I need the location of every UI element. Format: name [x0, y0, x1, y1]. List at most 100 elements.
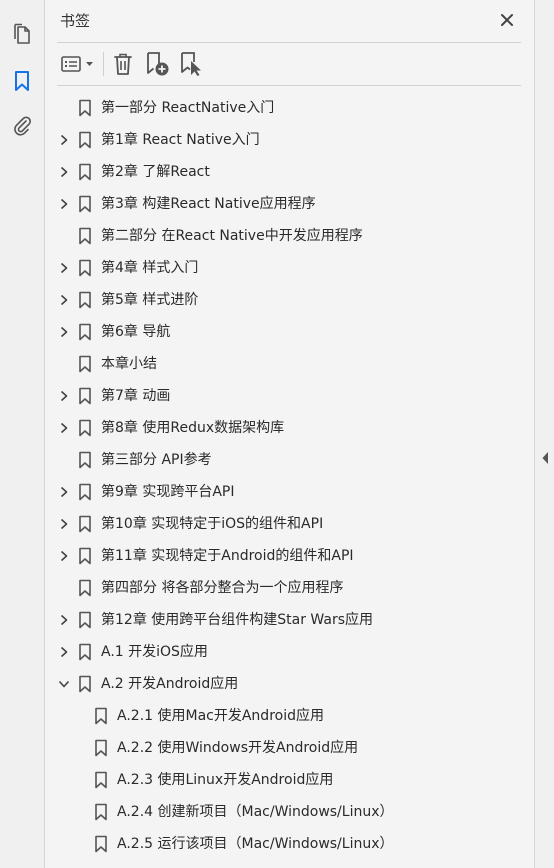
chevron-right-icon[interactable] — [57, 645, 71, 659]
bookmark-item-icon — [78, 131, 92, 149]
bookmark-label: 第8章 使用Redux数据架构库 — [101, 420, 285, 436]
pages-icon[interactable] — [8, 20, 36, 48]
bookmark-item-icon — [78, 483, 92, 501]
bookmark-label: A.1 开发iOS应用 — [101, 644, 208, 660]
bookmark-item-icon — [78, 99, 92, 117]
chevron-right-icon[interactable] — [57, 261, 71, 275]
bookmarks-app: 书签 第一部分 ReactNative入门 第1章 React Native入门… — [0, 0, 554, 868]
chevron-right-icon[interactable] — [57, 389, 71, 403]
bookmark-row[interactable]: 第6章 导航 — [45, 316, 534, 348]
bookmark-label: 第4章 样式入门 — [101, 260, 199, 276]
bookmark-row[interactable]: 第3章 构建React Native应用程序 — [45, 188, 534, 220]
bookmark-row[interactable]: 第10章 实现特定于iOS的组件和API — [45, 508, 534, 540]
bookmark-row[interactable]: 第一部分 ReactNative入门 — [45, 92, 534, 124]
bookmark-label: A.2.3 使用Linux开发Android应用 — [117, 772, 334, 788]
bookmark-label: 第2章 了解React — [101, 164, 210, 180]
chevron-right-icon[interactable] — [57, 485, 71, 499]
chevron-down-icon[interactable] — [57, 677, 71, 691]
bookmark-row[interactable]: 第12章 使用跨平台组件构建Star Wars应用 — [45, 604, 534, 636]
chevron-right-icon[interactable] — [57, 197, 71, 211]
bookmark-label: 第11章 实现特定于Android的组件和API — [101, 548, 354, 564]
bookmark-label: 第5章 样式进阶 — [101, 292, 199, 308]
bookmark-item-icon — [78, 547, 92, 565]
bookmark-item-icon — [78, 195, 92, 213]
bookmark-item-icon — [78, 611, 92, 629]
bookmark-label: 第9章 实现跨平台API — [101, 484, 235, 500]
bookmark-label: 第6章 导航 — [101, 324, 171, 340]
bookmark-icon[interactable] — [8, 67, 36, 95]
bookmark-label: 第10章 实现特定于iOS的组件和API — [101, 516, 324, 532]
bookmark-row[interactable]: 第1章 React Native入门 — [45, 124, 534, 156]
bookmark-row[interactable]: A.2.2 使用Windows开发Android应用 — [45, 732, 534, 764]
chevron-right-icon[interactable] — [57, 325, 71, 339]
bookmark-item-icon — [78, 387, 92, 405]
bookmark-item-icon — [78, 259, 92, 277]
chevron-right-icon[interactable] — [57, 165, 71, 179]
trash-icon[interactable] — [111, 50, 135, 78]
bookmark-label: A.2.5 运行该项目（Mac/Windows/Linux） — [117, 836, 394, 852]
bookmark-label: 第7章 动画 — [101, 388, 171, 404]
bookmarks-panel: 书签 第一部分 ReactNative入门 第1章 React Native入门… — [45, 0, 534, 868]
bookmark-label: 第1章 React Native入门 — [101, 132, 260, 148]
bookmark-row[interactable]: 第四部分 将各部分整合为一个应用程序 — [45, 572, 534, 604]
chevron-right-icon[interactable] — [57, 293, 71, 307]
chevron-right-icon[interactable] — [57, 421, 71, 435]
bookmark-row[interactable]: 第5章 样式进阶 — [45, 284, 534, 316]
bookmark-row[interactable]: A.1 开发iOS应用 — [45, 636, 534, 668]
collapse-panel-icon[interactable] — [541, 450, 549, 464]
bookmark-label: 第一部分 ReactNative入门 — [101, 100, 275, 116]
bookmark-item-icon — [78, 451, 92, 469]
bookmark-label: A.2.4 创建新项目（Mac/Windows/Linux） — [117, 804, 394, 820]
bookmark-item-icon — [78, 355, 92, 373]
bookmark-row[interactable]: 第4章 样式入门 — [45, 252, 534, 284]
bookmark-item-icon — [78, 163, 92, 181]
bookmark-label: 本章小结 — [101, 356, 157, 372]
attachment-icon[interactable] — [8, 112, 36, 140]
bookmark-item-icon — [78, 579, 92, 597]
panel-title: 书签 — [60, 12, 91, 30]
find-current-bookmark-icon[interactable] — [179, 50, 205, 78]
bookmark-label: A.2.2 使用Windows开发Android应用 — [117, 740, 359, 756]
bookmark-row[interactable]: 第三部分 API参考 — [45, 444, 534, 476]
bookmark-row[interactable]: 本章小结 — [45, 348, 534, 380]
bookmark-row[interactable]: 第8章 使用Redux数据架构库 — [45, 412, 534, 444]
bookmark-label: 第四部分 将各部分整合为一个应用程序 — [101, 580, 344, 596]
toolbar-separator — [103, 52, 104, 76]
bookmark-label: A.2 开发Android应用 — [101, 676, 239, 692]
bookmark-row[interactable]: A.2.3 使用Linux开发Android应用 — [45, 764, 534, 796]
bookmark-item-icon — [78, 291, 92, 309]
bookmark-row[interactable]: 第二部分 在React Native中开发应用程序 — [45, 220, 534, 252]
bookmark-row[interactable]: 第11章 实现特定于Android的组件和API — [45, 540, 534, 572]
bookmark-item-icon — [78, 515, 92, 533]
chevron-right-icon[interactable] — [57, 549, 71, 563]
bookmark-label: 第二部分 在React Native中开发应用程序 — [101, 228, 363, 244]
right-collapse-strip[interactable] — [534, 0, 554, 868]
bookmark-item-icon — [94, 771, 108, 789]
bookmark-item-icon — [94, 835, 108, 853]
chevron-right-icon[interactable] — [57, 613, 71, 627]
new-bookmark-icon[interactable] — [145, 50, 171, 78]
bookmark-item-icon — [78, 675, 92, 693]
options-menu-button[interactable] — [59, 50, 97, 78]
bookmark-row[interactable]: A.2.4 创建新项目（Mac/Windows/Linux） — [45, 796, 534, 828]
close-icon[interactable] — [497, 10, 517, 30]
bookmark-item-icon — [78, 227, 92, 245]
bookmark-row[interactable]: A.2.1 使用Mac开发Android应用 — [45, 700, 534, 732]
bookmark-row[interactable]: A.2 开发Android应用 — [45, 668, 534, 700]
bookmark-row[interactable]: 第9章 实现跨平台API — [45, 476, 534, 508]
toolbar-divider — [57, 85, 521, 86]
bookmark-item-icon — [94, 803, 108, 821]
bookmark-tree: 第一部分 ReactNative入门 第1章 React Native入门 第2章 … — [45, 92, 534, 860]
bookmark-item-icon — [78, 643, 92, 661]
bookmark-label: 第三部分 API参考 — [101, 452, 212, 468]
bookmark-row[interactable]: 第2章 了解React — [45, 156, 534, 188]
bookmark-row[interactable]: A.2.5 运行该项目（Mac/Windows/Linux） — [45, 828, 534, 860]
chevron-right-icon[interactable] — [57, 517, 71, 531]
bookmark-label: 第12章 使用跨平台组件构建Star Wars应用 — [101, 612, 374, 628]
bookmark-row[interactable]: 第7章 动画 — [45, 380, 534, 412]
bookmark-item-icon — [94, 707, 108, 725]
chevron-right-icon[interactable] — [57, 133, 71, 147]
bookmark-label: A.2.1 使用Mac开发Android应用 — [117, 708, 324, 724]
bookmark-label: 第3章 构建React Native应用程序 — [101, 196, 316, 212]
bookmark-item-icon — [78, 323, 92, 341]
